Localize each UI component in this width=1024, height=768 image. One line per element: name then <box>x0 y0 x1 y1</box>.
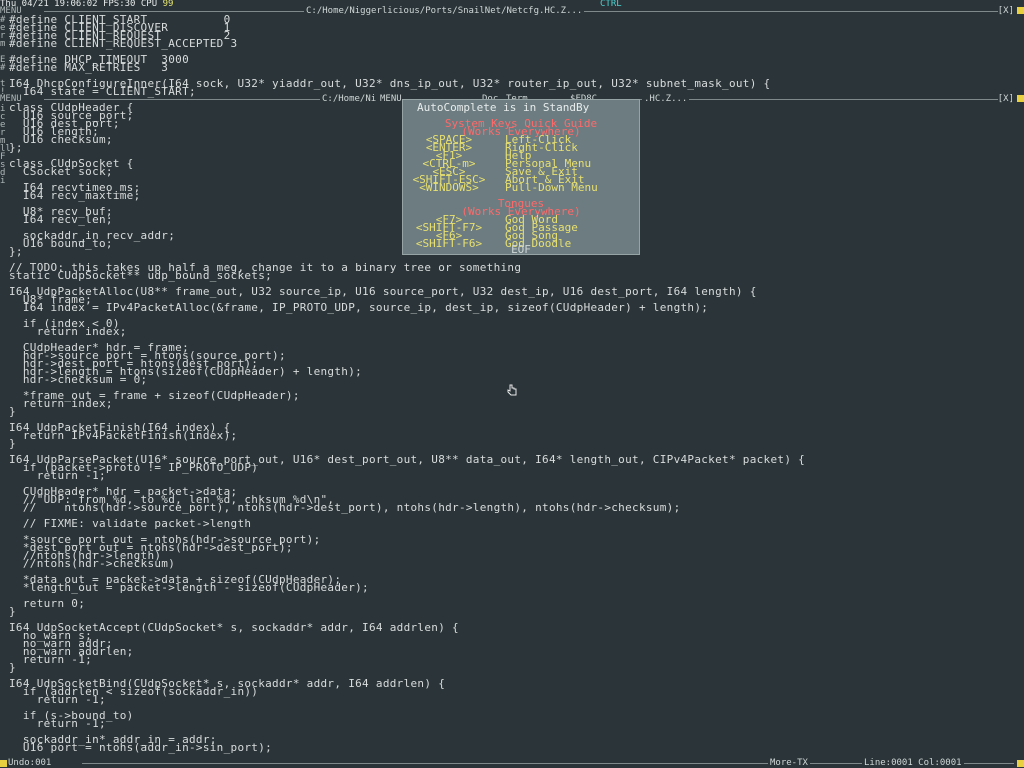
code-line[interactable]: } <box>9 406 805 417</box>
code-line[interactable]: *frame_out = frame + sizeof(CUdpHeader); <box>9 390 805 401</box>
gutter-mark: # <box>0 63 6 73</box>
window1-code[interactable]: #define CLIENT_START 0 #define CLIENT_DIS… <box>9 14 770 97</box>
code-line[interactable]: } <box>9 662 805 673</box>
window1-resize-corner[interactable] <box>1017 7 1024 14</box>
shortcut-row: <WINDOWS> Pull-Down Menu <box>403 181 639 194</box>
code-line[interactable]: U16 port = ntohs(addr_in->sin_port); <box>9 742 805 753</box>
window1-close-button[interactable]: [X] <box>997 7 1014 16</box>
code-line[interactable]: return IPv4PacketFinish(index); <box>9 430 805 441</box>
bottom-left-corner[interactable] <box>0 760 7 767</box>
code-line[interactable]: return 0; <box>9 598 805 609</box>
code-line[interactable]: if (index < 0) <box>9 318 805 329</box>
window1-gutter: # e r m E # t! <box>0 16 8 97</box>
code-line[interactable]: hdr->checksum = 0; <box>9 374 805 385</box>
shortcut-key: <WINDOWS> <box>419 181 479 194</box>
code-line[interactable]: return index; <box>9 326 805 337</box>
editor-mode: More-TX <box>768 758 810 768</box>
code-line[interactable]: #define MAX_RETRIES 3 <box>9 62 770 73</box>
gutter-mark: m <box>0 39 6 49</box>
code-line[interactable]: } <box>9 606 805 617</box>
code-line[interactable]: *length_out = packet->length - sizeof(CU… <box>9 582 805 593</box>
window2-gutter: i c e r m ll Fs d i <box>0 105 11 186</box>
code-line[interactable]: // ntohs(hdr->source_port), ntohs(hdr->d… <box>9 502 805 513</box>
window2-path: C:/Home/Ni <box>320 94 379 104</box>
editor-status-bar: Undo:001 More-TX Line:0001 Col:0001 <box>0 759 1024 768</box>
code-line[interactable]: I64 UdpSocketAccept(CUdpSocket* s, socka… <box>9 622 805 633</box>
code-line[interactable]: I64 index = IPv4PacketAlloc(&frame, IP_P… <box>9 302 805 313</box>
code-line[interactable]: //ntohs(hdr->checksum) <box>9 558 805 569</box>
popup-eof: EOF <box>511 243 531 256</box>
window2-close-button[interactable]: [X] <box>997 95 1014 104</box>
code-line[interactable]: // FIXME: validate packet->length <box>9 518 805 529</box>
shortcut-action: Pull-Down Menu <box>505 181 598 194</box>
code-line[interactable]: #define CLIENT_REQUEST_ACCEPTED 3 <box>9 38 770 49</box>
gutter-mark: i <box>0 176 6 186</box>
bottom-right-corner[interactable] <box>1017 760 1024 767</box>
autocomplete-popup[interactable]: AutoComplete is in StandBy System Keys Q… <box>402 99 640 255</box>
autocomplete-status: AutoComplete is in StandBy <box>417 101 590 114</box>
undo-counter: Undo:001 <box>8 758 52 768</box>
window2-resize-corner[interactable] <box>1017 95 1024 102</box>
hand-cursor-icon <box>506 384 518 396</box>
code-line[interactable]: no_warn addrlen; <box>9 646 805 657</box>
code-line[interactable]: if (s->bound_to) <box>9 710 805 721</box>
code-line[interactable]: I64 UdpPacketAlloc(U8** frame_out, U32 s… <box>9 286 805 297</box>
window1-path: C:/Home/Niggerlicious/Ports/SnailNet/Net… <box>304 6 585 16</box>
cursor-position: Line:0001 Col:0001 <box>862 758 964 768</box>
window2-path-end: .HC.Z... <box>642 94 690 104</box>
window2-submenu-button[interactable]: MENU <box>378 95 404 104</box>
